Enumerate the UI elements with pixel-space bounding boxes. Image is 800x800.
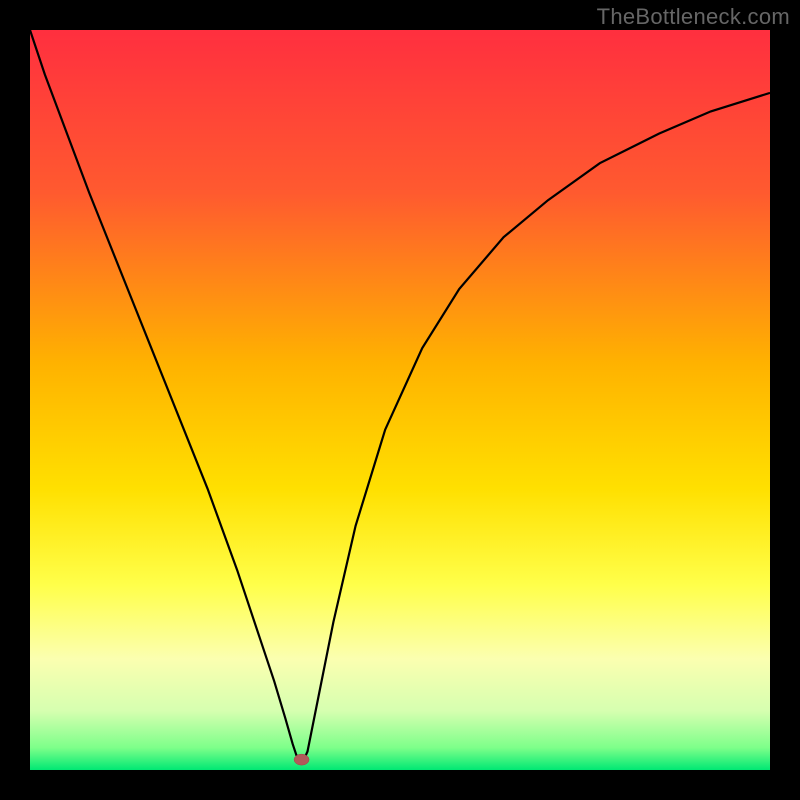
- optimum-marker: [294, 754, 309, 765]
- plot-area: [30, 30, 770, 770]
- gradient-background: [30, 30, 770, 770]
- watermark-text: TheBottleneck.com: [597, 4, 790, 30]
- chart-frame: TheBottleneck.com: [0, 0, 800, 800]
- chart-svg: [30, 30, 770, 770]
